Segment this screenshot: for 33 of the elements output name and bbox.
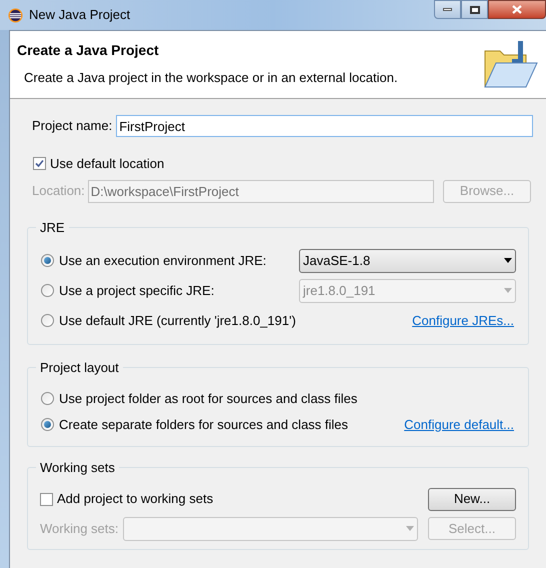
dropdown-arrow-icon (504, 288, 512, 293)
field-label: Location: (32, 182, 85, 200)
radio-label: Use a project specific JRE: (59, 282, 214, 300)
radio-button[interactable] (41, 254, 54, 267)
push-button[interactable]: New... (428, 488, 516, 510)
dropdown-arrow-icon (406, 526, 414, 531)
project-name-field[interactable]: FirstProject (116, 115, 533, 137)
dropdown[interactable]: JavaSE-1.8 (299, 248, 516, 272)
window-title: New Java Project (29, 6, 130, 24)
radio-button[interactable] (41, 418, 54, 431)
maximize-icon (470, 6, 480, 14)
page-description: Create a Java project in the workspace or in an external location. (24, 69, 398, 87)
close-button[interactable] (488, 0, 546, 19)
field-label: Working sets: (40, 520, 119, 538)
radio-button[interactable] (41, 392, 54, 405)
minimize-button[interactable] (434, 0, 461, 19)
configure-link[interactable]: Configure JREs... (412, 310, 514, 330)
checkbox-label: Add project to working sets (57, 490, 214, 508)
dropdown-arrow-icon (504, 258, 512, 263)
checkbox[interactable] (33, 157, 46, 170)
close-icon (512, 5, 522, 14)
maximize-button[interactable] (461, 0, 488, 19)
checkbox-label: Use default location (50, 155, 164, 173)
radio-label: Use project folder as root for sources and class files (59, 390, 358, 408)
page-title: Create a Java Project (17, 41, 160, 60)
minimize-icon (443, 8, 452, 11)
radio-button[interactable] (41, 314, 54, 327)
configure-link[interactable]: Configure default... (404, 414, 514, 434)
radio-label: Use default JRE (currently 'jre1.8.0_191') (59, 312, 296, 330)
radio-label: Use an execution environment JRE: (59, 252, 266, 270)
radio-label: Create separate folders for sources and class files (59, 416, 348, 434)
field-label: Project name: (32, 117, 112, 136)
checkbox[interactable] (40, 492, 53, 506)
